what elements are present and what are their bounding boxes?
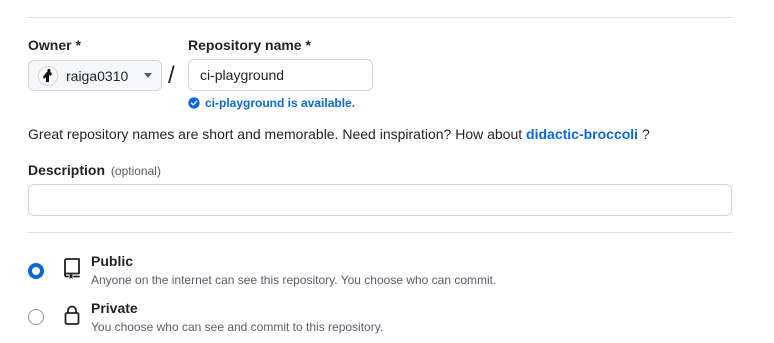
public-radio[interactable] [28, 263, 44, 279]
hint-text: Great repository names are short and mem… [28, 126, 523, 142]
availability-text: ci-playground is available. [205, 96, 356, 110]
private-description: You choose who can see and commit to thi… [91, 320, 384, 334]
repository-name-input[interactable] [188, 59, 373, 91]
private-title: Private [91, 300, 138, 316]
repository-name-label: Repository name * [188, 37, 311, 53]
check-circle-icon [188, 97, 200, 109]
description-label: Description (optional) [28, 162, 161, 178]
name-suggestion-link[interactable]: didactic-broccoli [526, 126, 638, 142]
description-input[interactable] [28, 184, 732, 216]
public-description: Anyone on the internet can see this repo… [91, 273, 497, 287]
lock-icon [64, 305, 80, 325]
visibility-option-private[interactable]: Private You choose who can see and commi… [28, 299, 732, 339]
optional-tag: (optional) [110, 164, 161, 178]
owner-name: raiga0310 [66, 67, 129, 84]
owner-avatar-icon [43, 68, 52, 82]
new-repository-form: Owner * Repository name * raiga0310 / ci… [0, 0, 774, 343]
chevron-down-icon [144, 73, 152, 78]
availability-status: ci-playground is available. [188, 96, 355, 110]
description-label-text: Description [28, 162, 106, 178]
owner-select[interactable]: raiga0310 [28, 60, 162, 91]
name-hint: Great repository names are short and mem… [28, 126, 650, 142]
avatar [38, 65, 58, 86]
top-divider [28, 17, 732, 18]
owner-repo-separator: / [168, 62, 175, 89]
repo-icon [64, 258, 80, 279]
owner-label: Owner * [28, 37, 81, 53]
visibility-option-public[interactable]: Public Anyone on the internet can see th… [28, 252, 732, 292]
private-radio[interactable] [28, 309, 44, 325]
visibility-divider [28, 232, 732, 233]
hint-suffix: ? [641, 126, 650, 142]
public-title: Public [91, 253, 134, 269]
